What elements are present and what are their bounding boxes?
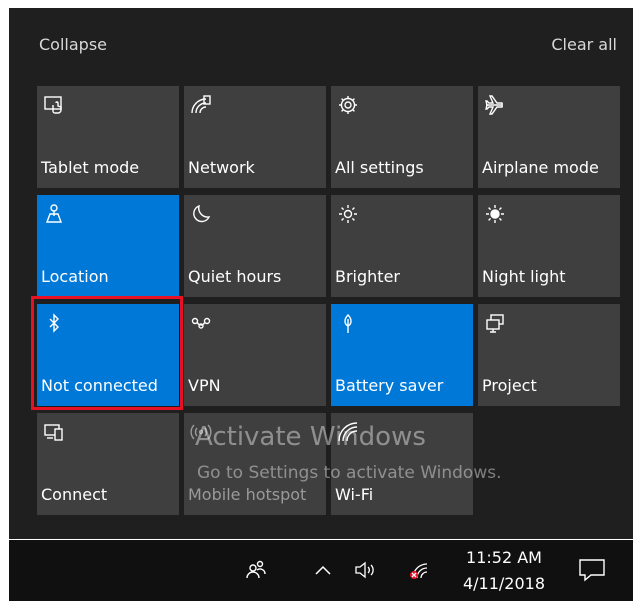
tile-brighter[interactable]: Brighter <box>331 195 473 297</box>
vpn-icon <box>190 312 212 334</box>
tile-label: Project <box>482 376 537 395</box>
tile-label: Airplane mode <box>482 158 599 177</box>
left-edge <box>0 0 9 540</box>
gear-icon <box>337 94 359 116</box>
tile-label: Connect <box>41 485 108 504</box>
tile-label: Brighter <box>335 267 400 286</box>
bluetooth-icon <box>43 312 65 334</box>
tile-label: Mobile hotspot <box>188 485 307 504</box>
tile-location[interactable]: Location <box>37 195 179 297</box>
project-icon <box>484 312 506 334</box>
night-light-icon <box>484 203 506 225</box>
tile-label: All settings <box>335 158 424 177</box>
tile-label: Quiet hours <box>188 267 282 286</box>
activate-windows-title: Activate Windows <box>195 422 426 452</box>
tile-quiet-hours[interactable]: Quiet hours <box>184 195 326 297</box>
network-disconnected-icon[interactable] <box>407 558 431 582</box>
activate-windows-subtitle: Go to Settings to activate Windows. <box>197 463 502 483</box>
taskbar: 11:52 AM 4/11/2018 <box>9 540 633 601</box>
tile-label: Network <box>188 158 255 177</box>
tile-label: Wi-Fi <box>335 485 374 504</box>
tile-battery-saver[interactable]: Battery saver <box>331 304 473 406</box>
tile-label: Not connected <box>41 376 158 395</box>
moon-icon <box>190 203 212 225</box>
tile-label: VPN <box>188 376 221 395</box>
tile-vpn[interactable]: VPN <box>184 304 326 406</box>
tile-all-settings[interactable]: All settings <box>331 86 473 188</box>
battery-saver-icon <box>337 312 359 334</box>
tile-label: Tablet mode <box>41 158 140 177</box>
chevron-up-icon[interactable] <box>311 558 335 582</box>
airplane-icon <box>484 94 506 116</box>
tablet-mode-icon <box>43 94 65 116</box>
action-center-icon[interactable] <box>577 557 607 583</box>
tile-night-light[interactable]: Night light <box>478 195 620 297</box>
connect-icon <box>43 421 65 443</box>
collapse-link[interactable]: Collapse <box>39 35 107 54</box>
tile-label: Battery saver <box>335 376 444 395</box>
tile-tablet-mode[interactable]: Tablet mode <box>37 86 179 188</box>
tile-project[interactable]: Project <box>478 304 620 406</box>
taskbar-clock[interactable]: 11:52 AM 4/11/2018 <box>459 545 549 597</box>
tile-airplane-mode[interactable]: Airplane mode <box>478 86 620 188</box>
brightness-icon <box>337 203 359 225</box>
tile-connect[interactable]: Connect <box>37 413 179 515</box>
tile-label: Location <box>41 267 109 286</box>
clock-time: 11:52 AM <box>466 548 542 567</box>
people-icon[interactable] <box>244 558 268 582</box>
tile-bluetooth[interactable]: Not connected <box>37 304 179 406</box>
clear-all-link[interactable]: Clear all <box>551 35 617 54</box>
clock-date: 4/11/2018 <box>462 574 546 593</box>
tile-label: Night light <box>482 267 566 286</box>
location-icon <box>43 203 65 225</box>
tile-network[interactable]: Network <box>184 86 326 188</box>
network-icon <box>190 94 212 116</box>
volume-icon[interactable] <box>353 558 377 582</box>
